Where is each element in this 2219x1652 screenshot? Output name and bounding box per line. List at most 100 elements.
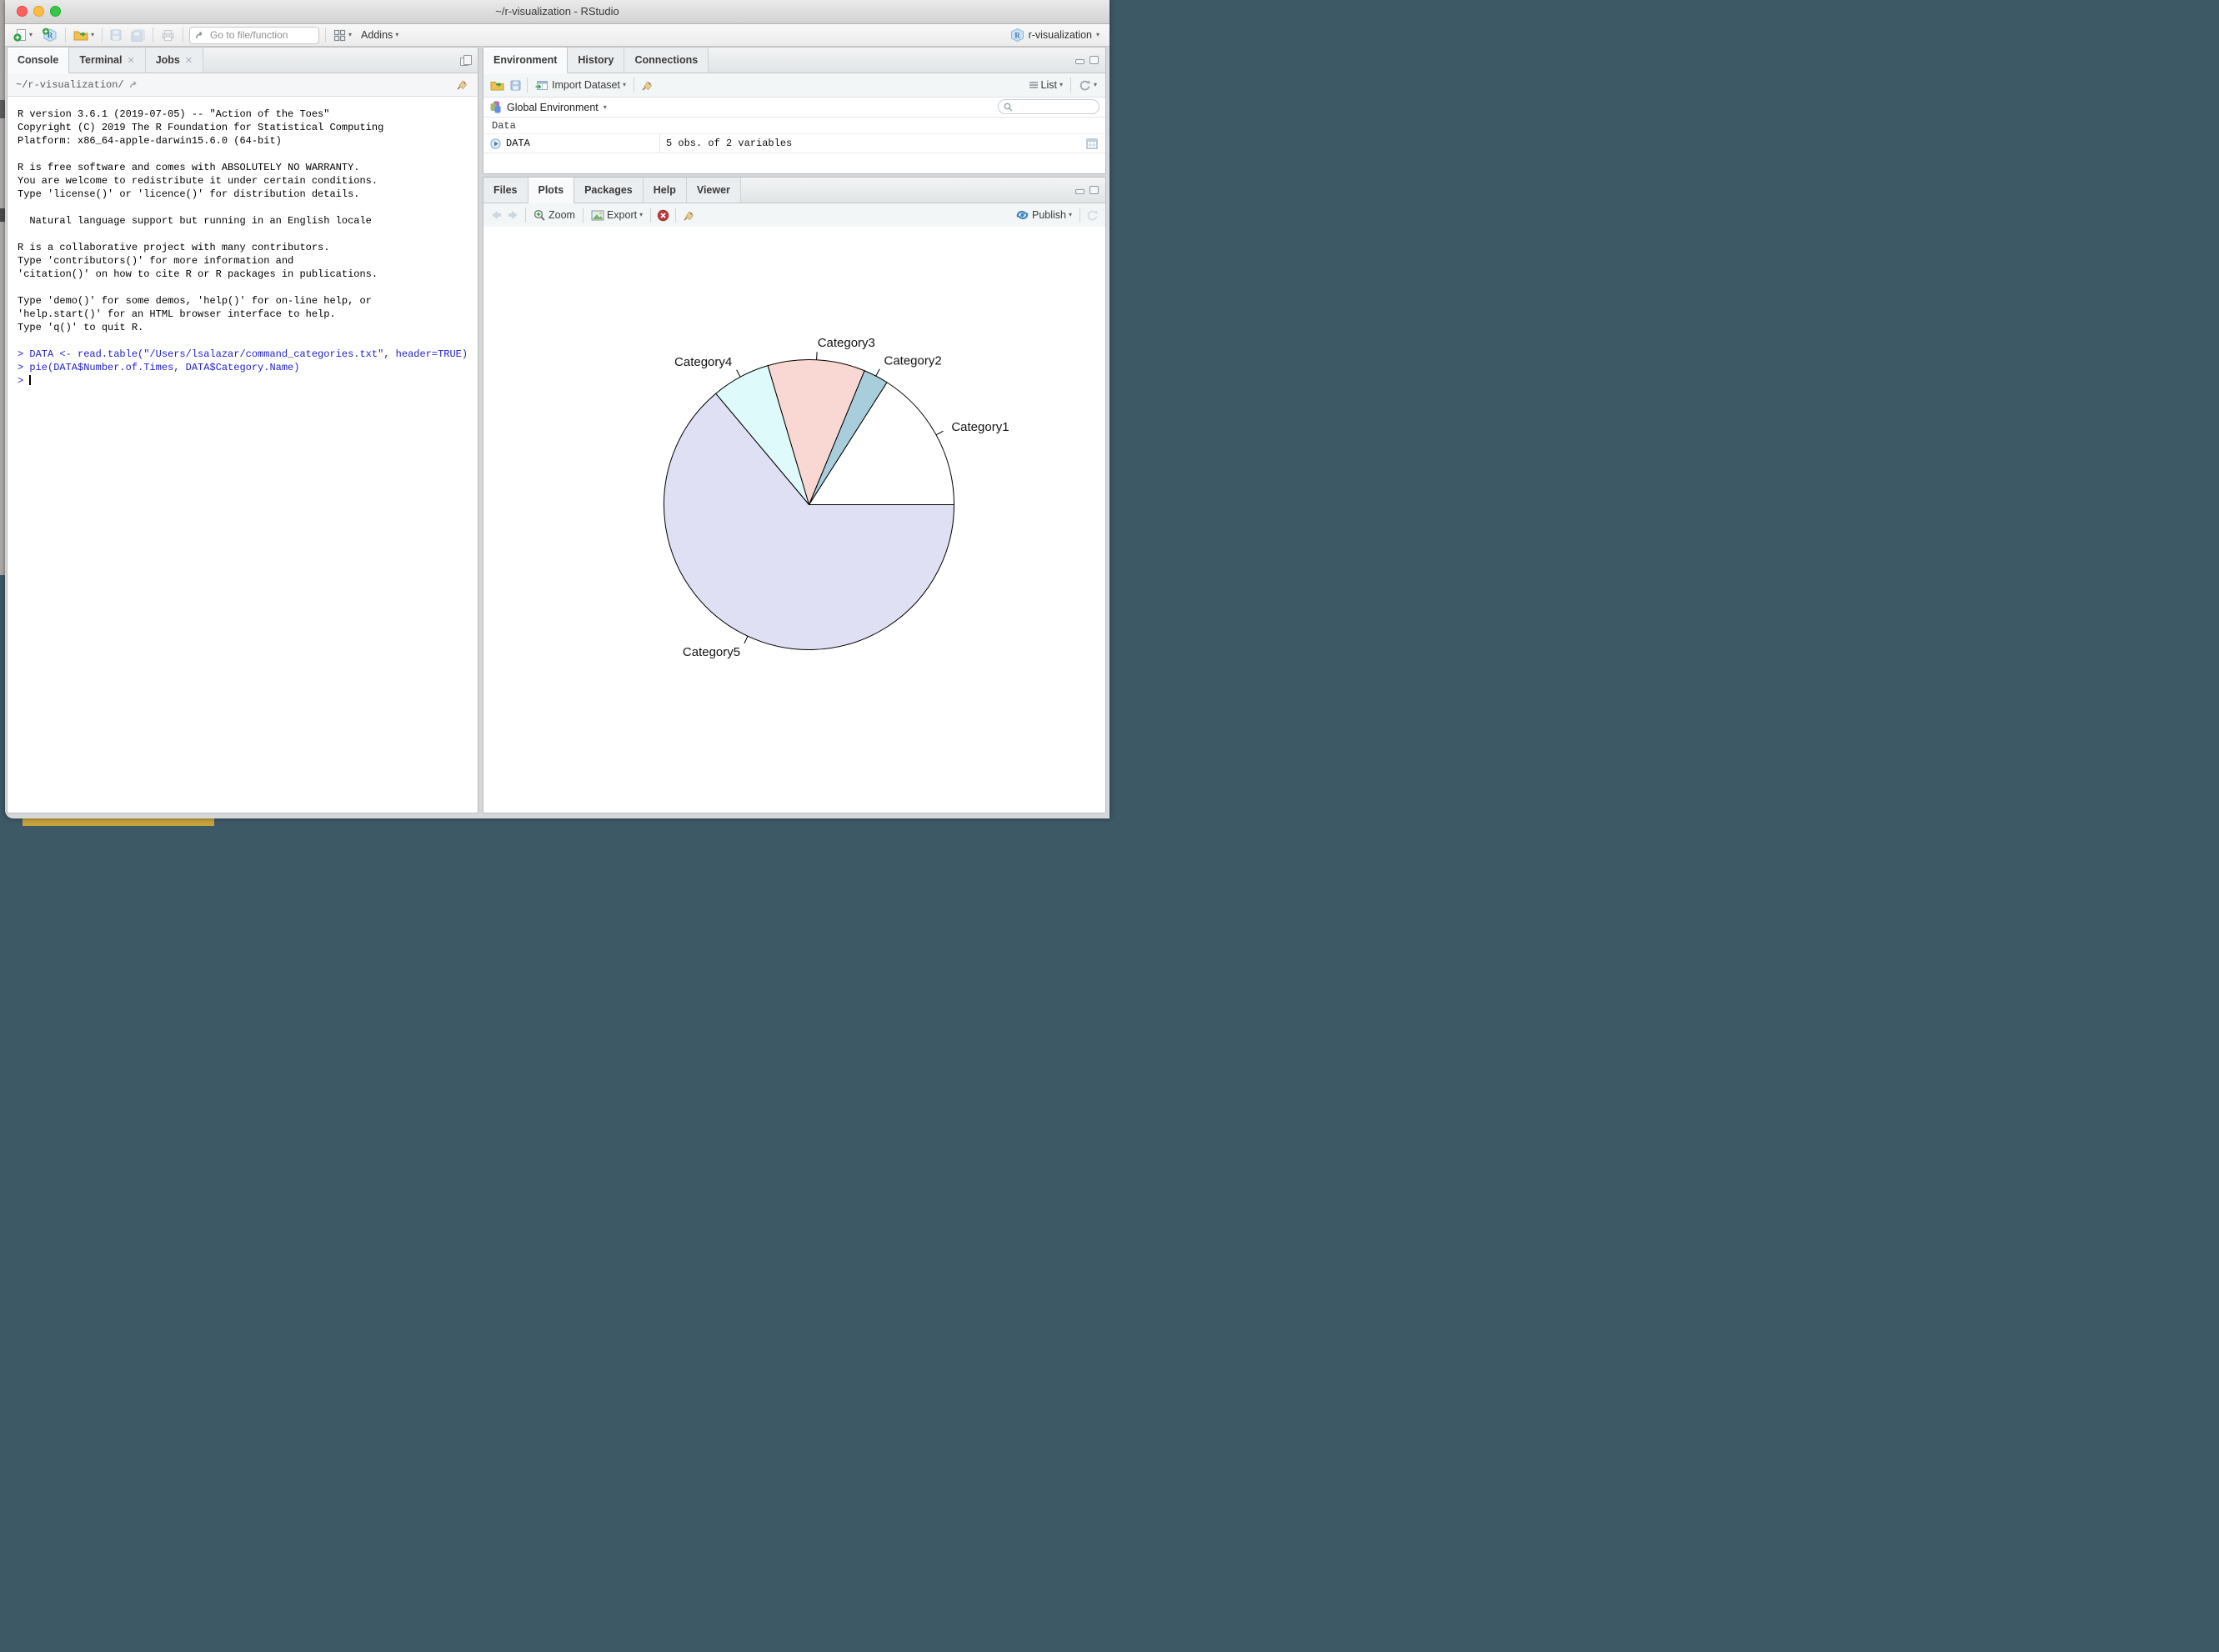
console-output-line: R version 3.6.1 (2019-07-05) -- "Action … xyxy=(18,108,468,121)
desktop-sliver-bottom xyxy=(23,818,214,826)
publish-plot-button[interactable]: Publish ▾ xyxy=(1014,208,1074,223)
clear-environment-broom-icon[interactable] xyxy=(640,78,654,93)
environment-pane: Environment History Connections xyxy=(483,47,1106,174)
maximize-pane-icon[interactable] xyxy=(1089,56,1099,64)
list-icon xyxy=(1029,81,1039,89)
environment-tabstrip: Environment History Connections xyxy=(483,48,1105,73)
addins-label: Addins xyxy=(361,29,393,41)
search-icon xyxy=(1004,103,1013,112)
r-project-cube-icon: R xyxy=(1010,28,1024,43)
export-plot-button[interactable]: Export ▾ xyxy=(589,208,644,223)
tab-label: History xyxy=(578,54,614,66)
console-output-line: Type 'license()' or 'licence()' for dist… xyxy=(18,188,468,201)
print-button[interactable] xyxy=(159,28,177,43)
list-view-button[interactable]: List ▾ xyxy=(1028,78,1064,93)
tab-history[interactable]: History xyxy=(568,48,624,73)
chevron-down-icon: ▾ xyxy=(29,32,33,38)
toolbar-divider xyxy=(325,28,326,43)
tab-viewer[interactable]: Viewer xyxy=(687,178,741,203)
console-output[interactable]: R version 3.6.1 (2019-07-05) -- "Action … xyxy=(8,97,478,813)
maximize-pane-icon[interactable] xyxy=(1089,186,1099,194)
object-summary: 5 obs. of 2 variables xyxy=(660,138,1086,149)
section-label: Data xyxy=(492,120,516,132)
tab-jobs[interactable]: Jobs ✕ xyxy=(146,48,203,73)
refresh-plot-icon[interactable] xyxy=(1086,209,1099,221)
next-plot-arrow-icon[interactable] xyxy=(508,210,519,220)
console-output-line: R is free software and comes with ABSOLU… xyxy=(18,161,468,174)
tab-help[interactable]: Help xyxy=(644,178,687,203)
console-output-line xyxy=(18,228,468,241)
chevron-down-icon: ▾ xyxy=(604,104,607,111)
object-name: DATA xyxy=(506,138,530,149)
open-folder-icon xyxy=(73,29,88,41)
close-icon[interactable]: ✕ xyxy=(127,55,134,66)
environment-scope-selector[interactable]: Global Environment xyxy=(507,102,599,113)
view-data-grid-icon[interactable] xyxy=(1086,138,1098,149)
plot-canvas: Category1Category2Category3Category4Cate… xyxy=(483,227,1105,813)
import-dataset-icon xyxy=(535,80,549,91)
save-workspace-icon[interactable] xyxy=(510,80,521,91)
minimize-pane-icon[interactable] xyxy=(1075,189,1084,194)
project-menu-button[interactable]: R r-visualization ▾ xyxy=(1010,28,1103,43)
chevron-down-icon: ▾ xyxy=(1059,82,1063,88)
pie-label: Category4 xyxy=(674,355,732,369)
tab-environment[interactable]: Environment xyxy=(483,48,568,73)
clear-console-broom-icon[interactable] xyxy=(455,78,469,92)
save-icon xyxy=(110,29,122,41)
plots-pane: Files Plots Packages Help Viewer xyxy=(483,177,1106,813)
toolbar-divider xyxy=(65,28,66,43)
environment-object-row[interactable]: DATA 5 obs. of 2 variables xyxy=(483,134,1105,153)
goto-arrow-icon xyxy=(195,31,206,40)
tab-label: Files xyxy=(493,184,518,196)
maximize-pane-icon[interactable] xyxy=(460,55,471,65)
rstudio-window: ~/r-visualization - RStudio ▾ R xyxy=(5,0,1110,818)
tab-connections[interactable]: Connections xyxy=(624,48,709,73)
environment-toolbar: Import Dataset ▾ List ▾ xyxy=(483,73,1105,98)
pie-label-tick xyxy=(737,370,741,377)
working-directory: ~/r-visualization/ xyxy=(16,79,124,91)
toolbar-divider xyxy=(527,78,528,93)
chevron-down-icon: ▾ xyxy=(91,32,94,38)
toolbar-divider xyxy=(583,208,584,223)
pie-label-tick xyxy=(817,352,818,360)
tab-files[interactable]: Files xyxy=(483,178,528,203)
remove-plot-icon[interactable] xyxy=(657,209,669,222)
tab-plots[interactable]: Plots xyxy=(528,178,575,203)
save-all-button[interactable] xyxy=(129,28,147,43)
pie-label: Category1 xyxy=(951,420,1009,434)
open-file-button[interactable]: ▾ xyxy=(72,28,96,43)
pie-label: Category2 xyxy=(884,354,941,368)
console-output-line: Type 'contributors()' for more informati… xyxy=(18,254,468,268)
previous-plot-arrow-icon[interactable] xyxy=(490,210,502,220)
tab-label: Viewer xyxy=(697,184,730,196)
pane-layout-button[interactable]: ▾ xyxy=(332,28,353,43)
clear-all-plots-broom-icon[interactable] xyxy=(682,208,696,223)
pie-chart: Category1Category2Category3Category4Cate… xyxy=(483,227,1105,812)
minimize-pane-icon[interactable] xyxy=(1075,59,1084,64)
publish-label: Publish xyxy=(1032,209,1066,221)
zoom-plot-button[interactable]: Zoom xyxy=(532,208,577,223)
tab-label: Plots xyxy=(538,184,564,196)
load-workspace-folder-icon[interactable] xyxy=(490,80,504,91)
refresh-environment-button[interactable]: ▾ xyxy=(1077,78,1099,93)
save-button[interactable] xyxy=(108,28,123,43)
tab-terminal[interactable]: Terminal ✕ xyxy=(69,48,145,73)
environment-section-header: Data xyxy=(483,118,1105,134)
import-dataset-button[interactable]: Import Dataset ▾ xyxy=(533,78,628,93)
new-project-button[interactable]: R xyxy=(40,26,59,44)
tab-label: Help xyxy=(654,184,676,196)
goto-directory-arrow-icon[interactable] xyxy=(129,80,140,89)
tab-packages[interactable]: Packages xyxy=(574,178,644,203)
addins-button[interactable]: Addins ▾ xyxy=(359,28,400,43)
tab-console[interactable]: Console xyxy=(8,48,69,73)
console-cursor[interactable] xyxy=(29,375,31,385)
expand-object-icon[interactable] xyxy=(490,138,501,149)
toolbar-divider xyxy=(525,208,526,223)
new-file-button[interactable]: ▾ xyxy=(12,27,34,44)
chevron-down-icon: ▾ xyxy=(348,32,352,38)
environment-search-input[interactable] xyxy=(998,99,1099,114)
console-pane: Console Terminal ✕ Jobs ✕ ~/r-visualizat… xyxy=(7,47,478,813)
goto-file-function-input[interactable]: Go to file/function xyxy=(189,27,319,44)
close-icon[interactable]: ✕ xyxy=(185,55,193,66)
environment-scope-row: Global Environment ▾ xyxy=(483,98,1105,118)
